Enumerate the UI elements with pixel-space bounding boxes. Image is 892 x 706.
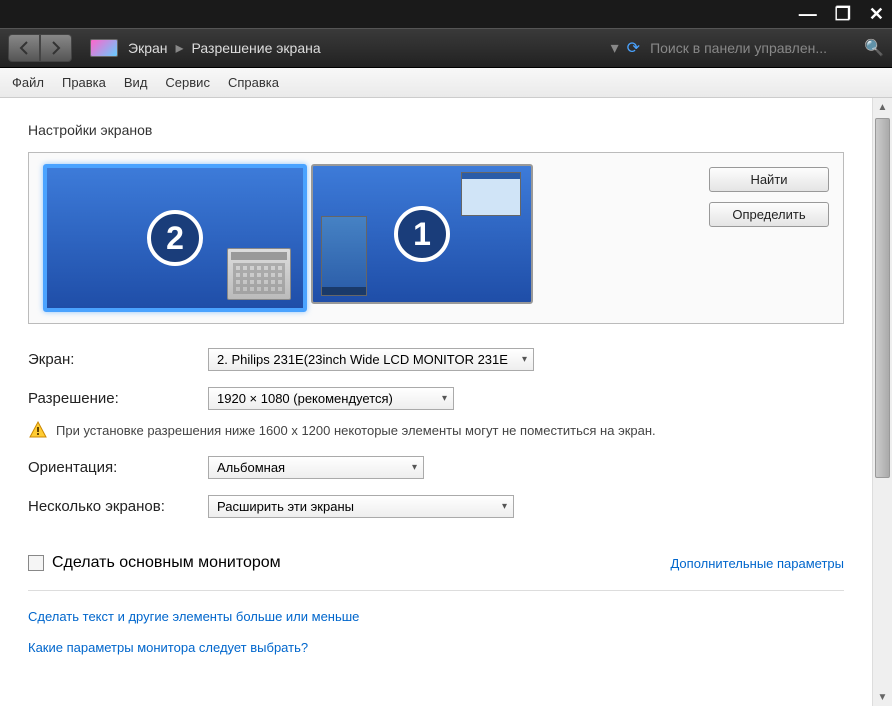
menu-file[interactable]: Файл bbox=[12, 75, 44, 90]
resolution-dropdown[interactable]: 1920 × 1080 (рекомендуется) bbox=[208, 387, 454, 410]
location-icon bbox=[90, 39, 118, 57]
monitor-preview: 2 1 Найти Определить bbox=[28, 152, 844, 324]
refresh-icon[interactable]: ⟳ bbox=[627, 38, 640, 58]
search-input[interactable]: Поиск в панели управлен... bbox=[650, 40, 860, 56]
scrollbar-thumb[interactable] bbox=[875, 118, 890, 478]
find-button[interactable]: Найти bbox=[709, 167, 829, 192]
divider bbox=[28, 590, 844, 591]
dropdown-icon[interactable]: ▾ bbox=[611, 38, 619, 58]
warning-text: При установке разрешения ниже 1600 х 120… bbox=[56, 423, 656, 438]
menu-edit[interactable]: Правка bbox=[62, 75, 106, 90]
menu-view[interactable]: Вид bbox=[124, 75, 148, 90]
menubar: Файл Правка Вид Сервис Справка bbox=[0, 68, 892, 98]
titlebar: — ❐ ✕ bbox=[0, 0, 892, 28]
calendar-icon bbox=[227, 248, 291, 300]
warning-icon bbox=[28, 420, 48, 440]
search-icon[interactable]: 🔍 bbox=[864, 38, 884, 58]
breadcrumb-separator: ▸ bbox=[176, 38, 184, 58]
monitor-2[interactable]: 2 bbox=[43, 164, 307, 312]
orientation-dropdown[interactable]: Альбомная bbox=[208, 456, 424, 479]
breadcrumb-item[interactable]: Экран bbox=[128, 40, 168, 56]
screen-dropdown[interactable]: 2. Philips 231E(23inch Wide LCD MONITOR … bbox=[208, 348, 534, 371]
monitor-1[interactable]: 1 bbox=[311, 164, 533, 304]
screen-label: Экран: bbox=[28, 351, 208, 368]
orientation-label: Ориентация: bbox=[28, 459, 208, 476]
refresh-area: ▾ ⟳ bbox=[611, 38, 640, 58]
back-button[interactable] bbox=[8, 34, 40, 62]
monitor-number: 1 bbox=[394, 206, 450, 262]
forward-icon bbox=[51, 41, 61, 55]
resolution-label: Разрешение: bbox=[28, 390, 208, 407]
menu-service[interactable]: Сервис bbox=[165, 75, 210, 90]
scroll-down-icon[interactable]: ▼ bbox=[873, 688, 892, 706]
navbar: Экран ▸ Разрешение экрана ▾ ⟳ Поиск в па… bbox=[0, 28, 892, 68]
section-title: Настройки экранов bbox=[28, 122, 844, 138]
breadcrumb-item[interactable]: Разрешение экрана bbox=[192, 40, 321, 56]
multi-screen-dropdown[interactable]: Расширить эти экраны bbox=[208, 495, 514, 518]
text-size-link[interactable]: Сделать текст и другие элементы больше и… bbox=[28, 609, 844, 624]
primary-monitor-checkbox[interactable] bbox=[28, 555, 44, 571]
multi-label: Несколько экранов: bbox=[28, 498, 208, 515]
maximize-button[interactable]: ❐ bbox=[835, 4, 851, 25]
close-button[interactable]: ✕ bbox=[869, 4, 884, 25]
warning-row: При установке разрешения ниже 1600 х 120… bbox=[28, 420, 844, 440]
menu-help[interactable]: Справка bbox=[228, 75, 279, 90]
content: Настройки экранов 2 1 Найти Определить Э… bbox=[0, 98, 872, 706]
minimize-button[interactable]: — bbox=[799, 4, 817, 25]
scroll-up-icon[interactable]: ▲ bbox=[873, 98, 892, 116]
forward-button[interactable] bbox=[40, 34, 72, 62]
desktop-icon bbox=[321, 216, 367, 296]
back-icon bbox=[19, 41, 29, 55]
window-icon bbox=[461, 172, 521, 216]
identify-button[interactable]: Определить bbox=[709, 202, 829, 227]
monitor-params-link[interactable]: Какие параметры монитора следует выбрать… bbox=[28, 640, 844, 655]
scrollbar[interactable]: ▲ ▼ bbox=[872, 98, 892, 706]
advanced-settings-link[interactable]: Дополнительные параметры bbox=[670, 556, 844, 571]
monitor-number: 2 bbox=[147, 210, 203, 266]
checkbox-label: Сделать основным монитором bbox=[52, 554, 281, 572]
